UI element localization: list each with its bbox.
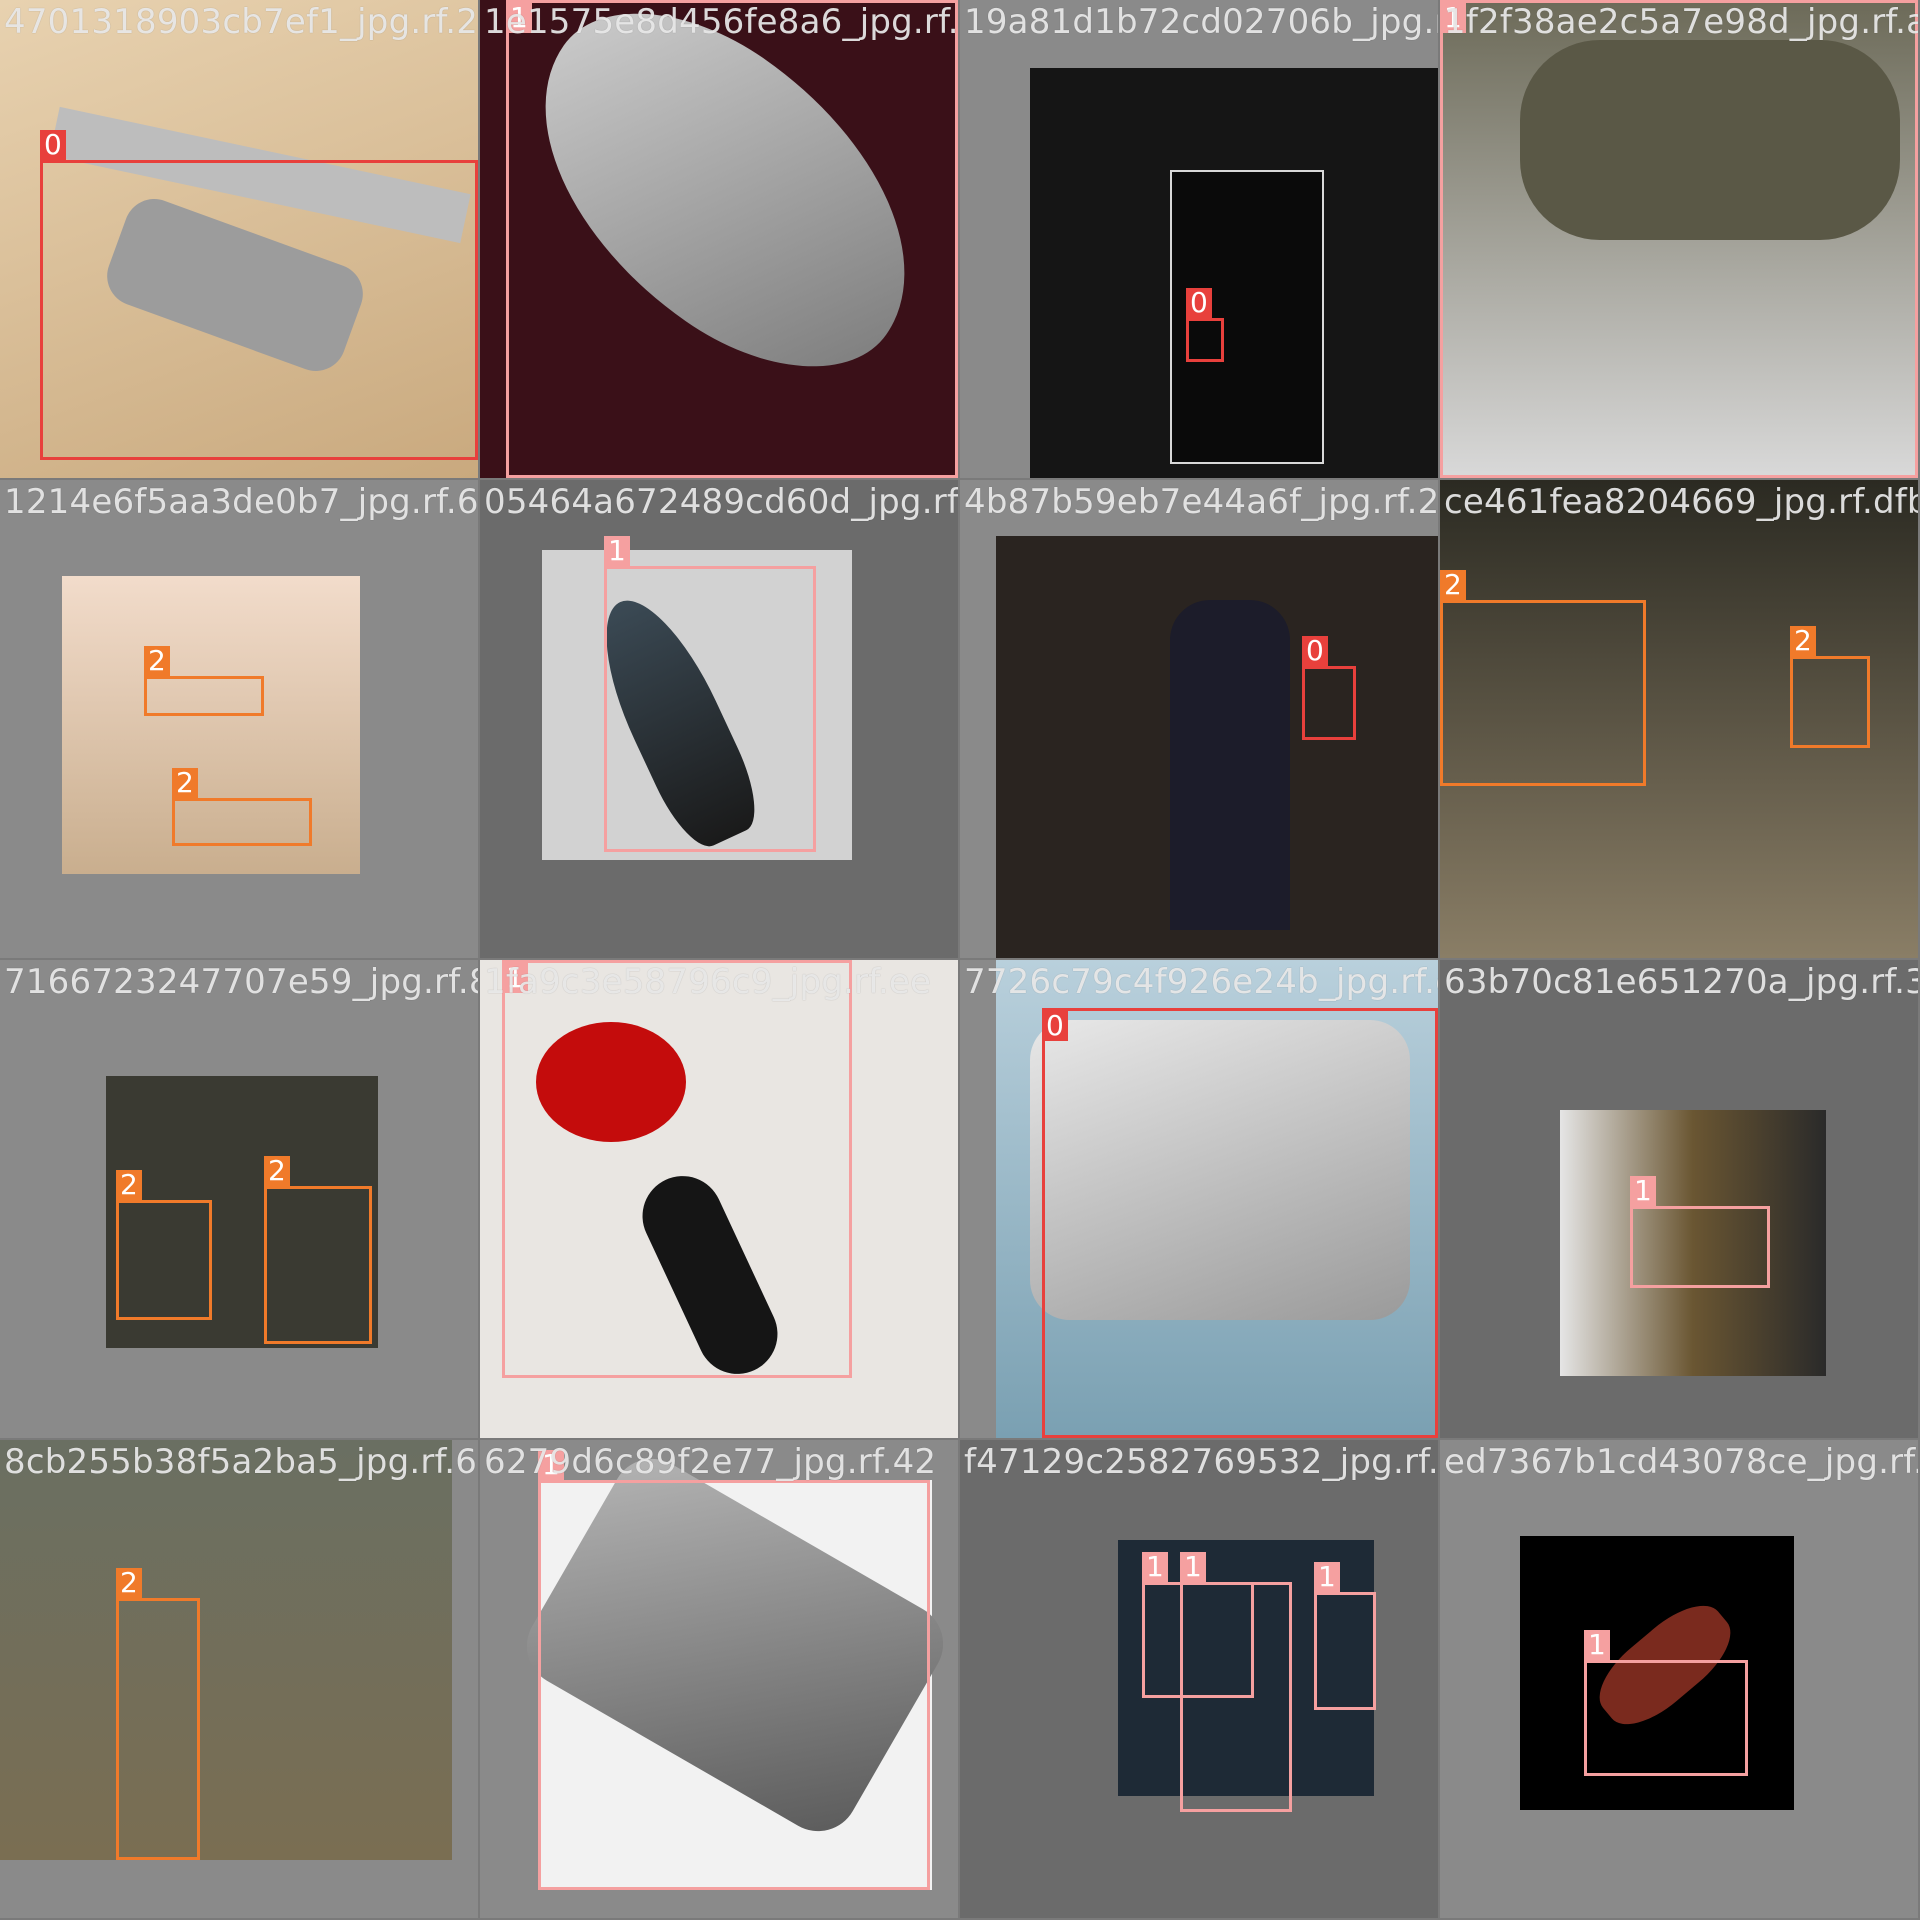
class-label: 2 bbox=[144, 646, 170, 676]
bbox: 1 bbox=[1584, 1630, 1748, 1776]
class-label: 0 bbox=[40, 130, 66, 160]
filename-label: f47129c2582769532_jpg.rf.4a bbox=[964, 1442, 1438, 1482]
class-label: 1 bbox=[1142, 1552, 1168, 1582]
class-label: 1 bbox=[506, 3, 532, 33]
tile-13[interactable]: 2 8cb255b38f5a2ba5_jpg.rf.6d bbox=[0, 1440, 478, 1918]
class-label: 0 bbox=[1186, 288, 1212, 318]
tile-1[interactable]: 0 4701318903cb7ef1_jpg.rf.2 bbox=[0, 0, 478, 478]
filename-label: 19a81d1b72cd02706b_jpg.rf.e1 bbox=[964, 2, 1438, 42]
class-label: 1 bbox=[1630, 1176, 1656, 1206]
person-shape bbox=[1170, 600, 1290, 930]
class-label: 1 bbox=[502, 963, 528, 993]
class-label: 2 bbox=[264, 1156, 290, 1186]
class-label: 2 bbox=[1790, 626, 1816, 656]
filename-label: 05464a672489cd60d_jpg.rf.3 bbox=[484, 482, 958, 522]
filename-label: 4b87b59eb7e44a6f_jpg.rf.28 bbox=[964, 482, 1438, 522]
bbox: 1 bbox=[538, 1450, 930, 1890]
tile-16[interactable]: 1 ed7367b1cd43078ce_jpg.rf.2 bbox=[1440, 1440, 1918, 1918]
bbox: 1 bbox=[604, 536, 816, 852]
class-label: 1 bbox=[538, 1450, 564, 1480]
tile-12[interactable]: 1 63b70c81e651270a_jpg.rf.3 bbox=[1440, 960, 1918, 1438]
tile-11[interactable]: 0 7726c79c4f926e24b_jpg.rf.c5 bbox=[960, 960, 1438, 1438]
bbox: 1 bbox=[1314, 1562, 1376, 1710]
bbox: 0 bbox=[40, 130, 478, 460]
class-label: 1 bbox=[1180, 1552, 1206, 1582]
bbox: 1 bbox=[506, 0, 958, 478]
class-label: 1 bbox=[1584, 1630, 1610, 1660]
bbox: 1 bbox=[502, 960, 852, 1378]
tile-9[interactable]: 2 2 7166723247707e59_jpg.rf.81 bbox=[0, 960, 478, 1438]
tile-4[interactable]: 1 1f2f38ae2c5a7e98d_jpg.rf.a5 bbox=[1440, 0, 1918, 478]
bbox: 2 bbox=[264, 1156, 372, 1344]
bbox: 0 bbox=[1302, 636, 1356, 740]
class-label: 2 bbox=[116, 1170, 142, 1200]
class-label: 2 bbox=[172, 768, 198, 798]
bbox: 0 bbox=[1186, 288, 1224, 362]
filename-label: ed7367b1cd43078ce_jpg.rf.2 bbox=[1444, 1442, 1918, 1482]
bbox: 1 bbox=[1630, 1176, 1770, 1288]
tile-5[interactable]: 2 2 1214e6f5aa3de0b7_jpg.rf.68 bbox=[0, 480, 478, 958]
bbox: 2 bbox=[1790, 626, 1870, 748]
class-label: 1 bbox=[1314, 1562, 1340, 1592]
bbox: 2 bbox=[172, 768, 312, 846]
tile-2[interactable]: 1 1e1575e8d456fe8a6_jpg.rf.e3 bbox=[480, 0, 958, 478]
tile-8[interactable]: 2 2 ce461fea8204669_jpg.rf.dfb bbox=[1440, 480, 1918, 958]
filename-label: 7166723247707e59_jpg.rf.81 bbox=[4, 962, 478, 1002]
tile-10[interactable]: 1 1fa9c3e58796c9_jpg.rf.ee bbox=[480, 960, 958, 1438]
class-label: 2 bbox=[1440, 570, 1466, 600]
tile-6[interactable]: 1 05464a672489cd60d_jpg.rf.3 bbox=[480, 480, 958, 958]
class-label: 1 bbox=[604, 536, 630, 566]
tile-7[interactable]: 0 4b87b59eb7e44a6f_jpg.rf.28 bbox=[960, 480, 1438, 958]
bbox: 0 bbox=[1042, 1008, 1438, 1438]
filename-label: 63b70c81e651270a_jpg.rf.3 bbox=[1444, 962, 1918, 1002]
bbox: 2 bbox=[144, 646, 264, 716]
mosaic-grid: 0 4701318903cb7ef1_jpg.rf.2 1 1e1575e8d4… bbox=[0, 0, 1920, 1920]
bbox: 2 bbox=[1440, 570, 1646, 786]
class-label: 2 bbox=[116, 1568, 142, 1598]
bbox: 2 bbox=[116, 1170, 212, 1320]
class-label: 1 bbox=[1440, 3, 1466, 33]
tile-3[interactable]: 0 19a81d1b72cd02706b_jpg.rf.e1 bbox=[960, 0, 1438, 478]
class-label: 0 bbox=[1302, 636, 1328, 666]
tile-image bbox=[0, 1440, 452, 1860]
tile-14[interactable]: 1 6279d6c89f2e77_jpg.rf.42 bbox=[480, 1440, 958, 1918]
filename-label: 1214e6f5aa3de0b7_jpg.rf.68 bbox=[4, 482, 478, 522]
bbox: 2 bbox=[116, 1568, 200, 1860]
class-label: 0 bbox=[1042, 1011, 1068, 1041]
tile-15[interactable]: 1 1 1 f47129c2582769532_jpg.rf.4a bbox=[960, 1440, 1438, 1918]
bbox: 1 bbox=[1440, 0, 1918, 478]
bbox: 1 bbox=[1180, 1552, 1292, 1812]
